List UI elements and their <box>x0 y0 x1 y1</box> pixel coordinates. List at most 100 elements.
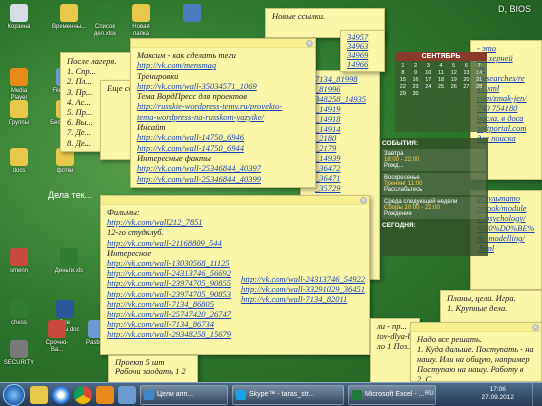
desktop-icon[interactable]: chess <box>2 300 36 327</box>
note-link[interactable]: http://russkie-wordpress-temy.ru/proyekt… <box>137 101 309 111</box>
note-link[interactable]: http://vk.com/wall-35034571_1069 <box>137 81 309 91</box>
desktop-icon[interactable]: Media Player <box>2 68 36 102</box>
desktop-icon[interactable]: Новая папка <box>124 4 158 38</box>
file-icon <box>10 248 28 266</box>
calendar-day[interactable]: 20 <box>461 77 473 83</box>
desktop-icon[interactable] <box>175 4 209 24</box>
calendar-day[interactable]: 10 <box>422 70 434 76</box>
note-link[interactable]: http://vk.com/wall-7134_82011 <box>241 294 365 304</box>
note-text: 1. Крупные дела. <box>447 303 508 313</box>
calendar-day[interactable]: 21 <box>473 77 485 83</box>
note-link[interactable]: http://vk.com/wall-29348258_15679 <box>107 329 363 339</box>
calendar-day[interactable]: 26 <box>448 84 460 90</box>
calendar-day[interactable]: 23 <box>410 84 422 90</box>
calendar-day[interactable]: 24 <box>422 84 434 90</box>
note-link[interactable]: 14966 <box>347 60 378 69</box>
desktop-icon[interactable]: Список дел.xlsx <box>88 4 122 38</box>
calendar-day[interactable]: 29 <box>397 91 409 97</box>
note-link[interactable]: tema-wordpress-na-russkom-yazyike/ <box>137 112 309 122</box>
taskbar-button-label: Skype™ - taras_str... <box>249 391 315 398</box>
calendar-day[interactable]: 2 <box>410 63 422 69</box>
calendar-day[interactable]: 25 <box>435 84 447 90</box>
event-item[interactable]: Среда следующей недели Сборы 20:00 - 22:0… <box>382 197 486 219</box>
desktop-icon[interactable]: Временны... <box>52 4 86 31</box>
calendar-day[interactable]: 14 <box>473 70 485 76</box>
start-button[interactable] <box>3 384 25 406</box>
note-link[interactable]: http://vk.com/wall-25346844_40397 <box>137 163 309 173</box>
sticky-note-links-lower[interactable]: × Фильмы: http://vk.com/wall212_7851 12-го… <box>100 195 370 355</box>
calendar-day[interactable]: 27 <box>461 84 473 90</box>
desktop-icon[interactable]: Корзина <box>2 4 36 31</box>
note-link[interactable]: http://vk.com/wall-14750_6944 <box>137 143 309 153</box>
note-link[interactable]: http://vk.com/mensmag <box>137 60 309 70</box>
calendar-day[interactable]: 15 <box>397 77 409 83</box>
note-link[interactable]: http://vk.com/wall-24313746_54922 <box>241 274 365 284</box>
note-link[interactable]: http://vk.com/wall212_7851 <box>107 217 363 227</box>
calendar-day[interactable]: 9 <box>410 70 422 76</box>
show-desktop-button[interactable] <box>532 383 542 406</box>
chrome-icon[interactable] <box>74 386 92 404</box>
file-icon <box>10 340 28 358</box>
app-icon[interactable] <box>118 386 136 404</box>
calendar-day[interactable]: 11 <box>435 70 447 76</box>
folder-icon[interactable] <box>30 386 48 404</box>
desktop-icon-label: Срочно-Ва... <box>45 340 69 353</box>
desktop-icon[interactable]: Деньги.xls <box>52 248 86 275</box>
desktop-icon-label: фотки <box>56 168 74 174</box>
taskbar-button[interactable]: Skype™ - taras_str... <box>232 385 344 405</box>
note-link[interactable]: http://vk.com/wall-21168809_544 <box>107 238 363 248</box>
calendar-day[interactable]: 13 <box>461 70 473 76</box>
calendar-day[interactable]: 17 <box>422 77 434 83</box>
calendar-day[interactable]: 16 <box>410 77 422 83</box>
desktop-icon[interactable]: smenn <box>2 248 36 275</box>
close-icon[interactable]: × <box>532 324 539 331</box>
sticky-note-links-top[interactable]: 34957 34963 34969 14966 <box>340 30 385 72</box>
desktop-icon-label: Деньги.xls <box>54 268 84 274</box>
calendar-day[interactable]: 19 <box>448 77 460 83</box>
sticky-note-bottom-left[interactable]: Проект 5 шт Рабочи заодать 1 2 <box>108 355 198 385</box>
calendar-day[interactable]: 5 <box>448 63 460 69</box>
calendar-day[interactable]: 28 <box>473 84 485 90</box>
close-icon[interactable]: × <box>360 197 367 204</box>
desktop-icon-label: docs <box>12 168 26 174</box>
calendar-day[interactable]: 3 <box>422 63 434 69</box>
file-icon <box>96 4 114 22</box>
file-icon <box>60 248 78 266</box>
desktop-icon[interactable]: фотки <box>48 148 82 175</box>
clock[interactable]: 17:06 27.09.2012 <box>481 386 514 402</box>
note-link[interactable]: http://vk.com/wall-7134_86734 <box>107 319 363 329</box>
event-item[interactable]: Воскресенье Тренинг 11:00 Расслабьтесь <box>382 173 486 195</box>
calendar-day[interactable]: 12 <box>448 70 460 76</box>
calendar-day[interactable]: 6 <box>461 63 473 69</box>
note-link[interactable]: http://vk.com/wall-14750_6946 <box>137 132 309 142</box>
desktop-icon[interactable]: SECURITY <box>2 340 36 367</box>
note-link[interactable]: http://vk.com/wall-13030568_11125 <box>107 258 363 268</box>
calendar-day[interactable]: 8 <box>397 70 409 76</box>
note-link[interactable]: http://vk.com/wall-25346844_40399 <box>137 174 309 184</box>
desktop-icon[interactable]: docs <box>2 148 36 175</box>
calendar-day[interactable]: 30 <box>410 91 422 97</box>
language-indicator[interactable]: RU <box>425 391 434 397</box>
calendar-day[interactable]: 1 <box>397 63 409 69</box>
browser-icon[interactable] <box>52 386 70 404</box>
note-link[interactable]: http://vk.com/wall-33291029_36451 <box>241 284 365 294</box>
sticky-note-decide[interactable]: × Надо все решать. 1. Куда дальше. Поступ… <box>410 322 542 382</box>
taskbar-button[interactable]: Цели апп... <box>140 385 228 405</box>
file-icon <box>10 100 28 118</box>
desktop-icon[interactable]: Группы <box>2 100 36 127</box>
close-icon[interactable]: × <box>306 40 313 47</box>
taskbar-button-label: Microsoft Excel - ... <box>365 391 425 398</box>
note-text: tov-dlya-blog... <box>377 331 419 341</box>
desktop-icon[interactable]: Срочно-Ва... <box>40 320 74 354</box>
sticky-note-main[interactable]: × Максим - как сделать теги http://vk.com… <box>130 38 316 188</box>
calendar-day[interactable]: 4 <box>435 63 447 69</box>
note-link[interactable]: http://vk.com/wall-25747420_26747 <box>107 309 363 319</box>
file-icon <box>183 4 201 22</box>
event-item[interactable]: Завтра 18:00 - 22:00 Рожд... <box>382 149 486 171</box>
calendar-day[interactable]: 18 <box>435 77 447 83</box>
note-text: Планы, цели. Игра. <box>447 293 516 303</box>
calendar-day[interactable]: 22 <box>397 84 409 90</box>
calendar-day[interactable]: 7 <box>473 63 485 69</box>
media-icon[interactable] <box>96 386 114 404</box>
note-text: Рабочи заодать 1 2 <box>115 366 186 376</box>
